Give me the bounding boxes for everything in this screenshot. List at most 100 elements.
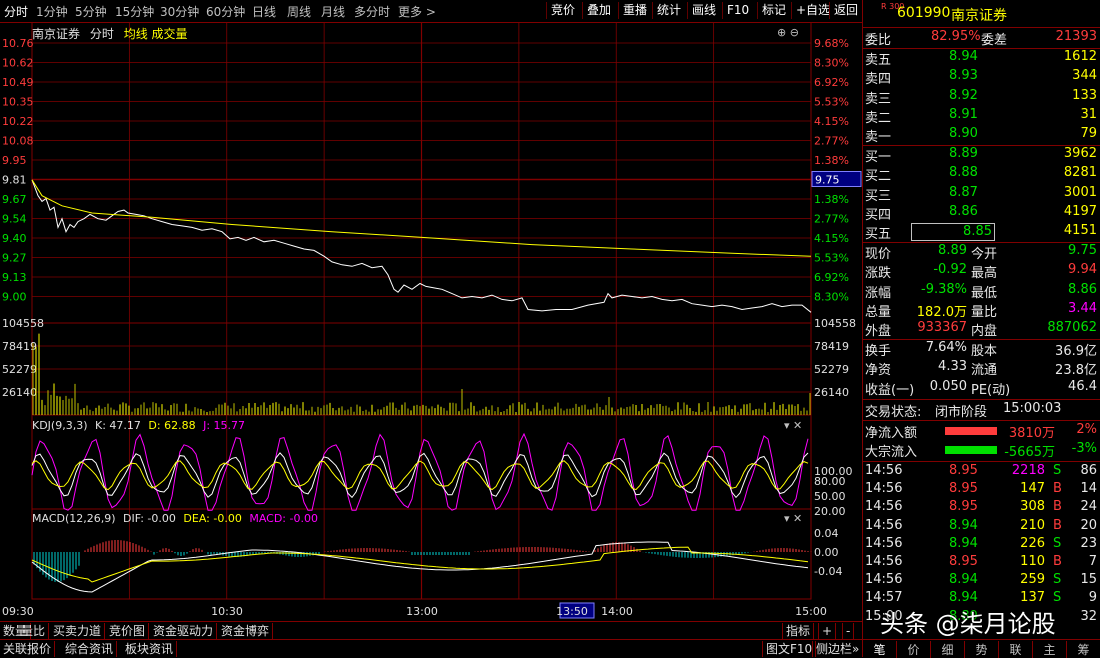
- fund-flow-value: 3810万: [1008, 426, 1055, 441]
- toolbar-button-3[interactable]: 统计: [652, 2, 685, 19]
- ask-row[interactable]: 卖五 8.94 1612: [863, 49, 1100, 68]
- info-tab-1[interactable]: 综合资讯: [62, 641, 118, 657]
- indicator-tab-3[interactable]: 竞价图: [106, 623, 150, 639]
- indicator-tab-2[interactable]: 买卖力道: [50, 623, 106, 639]
- period-tab-7[interactable]: 周线: [287, 3, 311, 20]
- info-tab-2[interactable]: 板块资讯: [122, 641, 178, 657]
- toolbar-button-8[interactable]: 返回: [829, 2, 862, 19]
- period-tab-9[interactable]: 多分时: [354, 3, 390, 20]
- side-footer-tab-3[interactable]: 势: [965, 641, 999, 658]
- toolbar-button-7[interactable]: +自选: [791, 2, 834, 19]
- ask-row[interactable]: 卖四 8.93 344: [863, 68, 1100, 87]
- macd-tick: 0.00: [814, 546, 839, 559]
- period-tab-0[interactable]: 分时: [4, 3, 28, 20]
- macd-close-icon[interactable]: ▾ ✕: [784, 512, 802, 525]
- ask-label: 卖五: [865, 53, 892, 68]
- tick-count: 7: [1088, 554, 1097, 569]
- side-footer-tab-2[interactable]: 细: [931, 641, 965, 658]
- tick-count: 14: [1080, 481, 1097, 497]
- ask-label: 卖四: [865, 72, 892, 88]
- tick-volume: 259: [1020, 572, 1045, 588]
- period-tab-8[interactable]: 月线: [321, 3, 345, 20]
- bid-price: 8.88: [949, 165, 978, 181]
- bid-row[interactable]: 买五 8.85 4151: [863, 223, 1100, 242]
- tick-time: 14:56: [865, 463, 903, 478]
- indicator-tab-5[interactable]: 资金博弈: [218, 623, 274, 639]
- price-tick-left: 10.08: [2, 135, 34, 148]
- tick-count: 86: [1080, 463, 1097, 478]
- bid-row[interactable]: 买二 8.88 8281: [863, 165, 1100, 184]
- toolbar-button-5[interactable]: F10: [722, 2, 753, 19]
- kdj-close-icon[interactable]: ▾ ✕: [784, 419, 802, 432]
- tick-count: 23: [1080, 535, 1097, 551]
- volume-tick-right: 78419: [814, 340, 849, 353]
- stats-row: 净资 4.33 流通 23.8亿: [863, 359, 1100, 378]
- tick-price: 8.94: [949, 517, 978, 533]
- info-ctrl-1[interactable]: 侧边栏»: [812, 641, 864, 657]
- bid-row[interactable]: 买三 8.87 3001: [863, 185, 1100, 204]
- ask-row[interactable]: 卖三 8.92 133: [863, 88, 1100, 107]
- macd-dea: DEA: -0.00: [183, 512, 242, 525]
- stats-label: 换手: [865, 344, 892, 359]
- quote-value: 9.94: [1068, 262, 1097, 278]
- pct-tick-right: 6.92%: [814, 271, 849, 284]
- ask-volume: 31: [1080, 106, 1097, 122]
- order-ratio-row: 委比 82.95% 委差 21393: [863, 29, 1100, 48]
- fund-flow-bar: [945, 446, 997, 455]
- tick-time: 14:56: [865, 554, 903, 569]
- side-footer-tab-0[interactable]: 笔: [863, 641, 897, 658]
- macd-label[interactable]: MACD(12,26,9): [32, 512, 116, 525]
- indicator-ctrl-1[interactable]: +: [818, 623, 837, 639]
- toolbar-button-1[interactable]: 叠加: [582, 2, 615, 19]
- macd-tick: -0.04: [814, 565, 842, 578]
- indicator-tab-4[interactable]: 资金驱动力: [150, 623, 218, 639]
- toolbar-button-6[interactable]: 标记: [757, 2, 790, 19]
- macd-tick: 0.04: [814, 527, 839, 540]
- bid-row[interactable]: 买四 8.86 4197: [863, 204, 1100, 223]
- tick-volume: 210: [1020, 517, 1045, 533]
- side-footer-tab-1[interactable]: 价: [897, 641, 931, 658]
- side-footer-tab-5[interactable]: 主: [1033, 641, 1067, 658]
- pct-tick-right: 1.38%: [814, 193, 849, 206]
- bid-row[interactable]: 买一 8.89 3962: [863, 146, 1100, 165]
- pct-tick-right: 6.92%: [814, 76, 849, 89]
- quote-value: 8.89: [938, 243, 967, 258]
- ask-price: 8.90: [949, 126, 978, 142]
- tick-time: 14:56: [865, 499, 903, 515]
- chart-settings-icon[interactable]: ⊕ ⊖: [777, 26, 799, 39]
- ask-row[interactable]: 卖二 8.91 31: [863, 107, 1100, 126]
- toolbar-button-0[interactable]: 竞价: [546, 2, 579, 19]
- period-tab-5[interactable]: 60分钟: [206, 3, 245, 20]
- period-tab-3[interactable]: 15分钟: [115, 3, 154, 20]
- trade-status-row: 交易状态: 闭市阶段 15:00:03: [863, 401, 1100, 420]
- tick-count: 15: [1080, 572, 1097, 588]
- period-tab-10[interactable]: 更多 >: [398, 3, 436, 20]
- info-tab-0[interactable]: 关联报价: [0, 641, 56, 657]
- volume-tick-left: 26140: [2, 386, 37, 399]
- side-footer-tabs: 笔价细势联主筹: [863, 639, 1100, 658]
- info-ctrl-0[interactable]: 图文F10: [762, 641, 817, 657]
- time-label: 14:00: [601, 605, 633, 618]
- toolbar-button-2[interactable]: 重播: [618, 2, 651, 19]
- period-tab-2[interactable]: 5分钟: [75, 3, 107, 20]
- tick-row: 14:56 8.95 2218 S 86: [863, 463, 1100, 482]
- tick-volume: 308: [1020, 499, 1045, 515]
- toolbar-button-4[interactable]: 画线: [687, 2, 720, 19]
- indicator-tab-1[interactable]: 量比: [18, 623, 50, 639]
- intraday-chart[interactable]: 10.76 9.68% 10.62 8.30% 10.49 6.92% 10.35 5.53%…: [0, 22, 862, 621]
- tick-price: 8.95: [949, 499, 978, 515]
- bid-volume: 8281: [1063, 165, 1097, 181]
- period-tab-1[interactable]: 1分钟: [36, 3, 68, 20]
- bid-label: 买一: [865, 150, 892, 165]
- indicator-ctrl-0[interactable]: 指标: [782, 623, 815, 639]
- period-tab-4[interactable]: 30分钟: [160, 3, 199, 20]
- side-footer-tab-4[interactable]: 联: [999, 641, 1033, 658]
- ask-row[interactable]: 卖一 8.90 79: [863, 126, 1100, 145]
- side-footer-tab-6[interactable]: 筹: [1067, 641, 1100, 658]
- price-tick-left: 10.76: [2, 37, 34, 50]
- stats-label: PE(动): [971, 382, 1011, 398]
- indicator-ctrl-2[interactable]: -: [842, 623, 855, 639]
- period-tab-6[interactable]: 日线: [252, 3, 276, 20]
- tick-side: S: [1053, 535, 1062, 551]
- kdj-label[interactable]: KDJ(9,3,3): [32, 419, 88, 432]
